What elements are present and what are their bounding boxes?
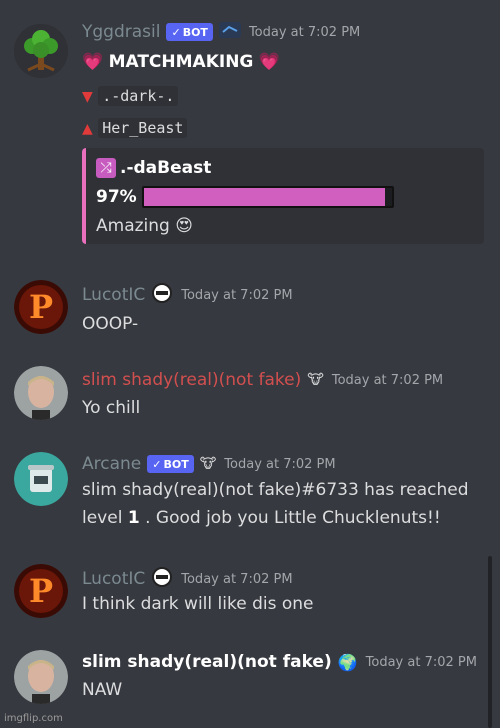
timestamp: Today at 7:02 PM: [224, 456, 336, 472]
user-dark: .-dark-.: [98, 86, 179, 106]
user-beast: Her_Beast: [98, 118, 188, 138]
message-slimshady-1: slim shady(real)(not fake) 🐮 Today at 7:…: [0, 356, 500, 436]
match-progress-fill: [144, 188, 385, 206]
role-badge-icon: [151, 566, 173, 592]
red-up-triangle-icon: ▲: [82, 121, 93, 137]
username[interactable]: slim shady(real)(not fake): [82, 370, 301, 390]
embed-title-row: ⤮ .-daBeast: [96, 158, 211, 178]
message-lucotic-1: P LucotIC Today at 7:02 PM OOOP-: [0, 270, 500, 350]
red-down-triangle-icon: ▼: [82, 89, 93, 105]
timestamp: Today at 7:02 PM: [181, 287, 293, 303]
bot-badge: ✓ BOT: [147, 455, 194, 473]
level-number: 1: [127, 508, 140, 528]
role-badge-icon: [218, 22, 241, 42]
fire-p-avatar[interactable]: P: [14, 564, 68, 618]
bucket-avatar[interactable]: [14, 452, 68, 506]
message-line-beast: ▲ Her_Beast: [82, 118, 188, 138]
username[interactable]: Arcane: [82, 454, 141, 474]
fire-p-avatar[interactable]: P: [14, 280, 68, 334]
timestamp: Today at 7:02 PM: [181, 571, 293, 587]
username[interactable]: LucotIC: [82, 569, 145, 589]
message-line-matchmaking: 💗 MATCHMAKING 💗: [82, 52, 280, 72]
globe-icon: 🌍: [337, 652, 358, 672]
bot-badge: ✓ BOT: [166, 23, 213, 41]
bull-emoji-icon: 🐮: [307, 372, 324, 388]
svg-text:P: P: [29, 572, 53, 610]
scrollbar[interactable]: [488, 556, 492, 728]
message-text-line1: slim shady(real)(not fake)#6733 has reac…: [82, 480, 469, 500]
matchmaking-title: MATCHMAKING: [108, 52, 254, 72]
embed-title: .-daBeast: [120, 158, 212, 178]
message-lucotic-2: P LucotIC Today at 7:02 PM I think dark …: [0, 554, 500, 634]
message-text-line2: level 1 . Good job you Little Chucklenut…: [82, 508, 441, 528]
tree-avatar[interactable]: [14, 24, 68, 78]
username[interactable]: LucotIC: [82, 285, 145, 305]
timestamp: Today at 7:02 PM: [331, 372, 444, 388]
message-text: Yo chill: [82, 398, 141, 418]
message-text: NAW: [82, 680, 123, 700]
eminem-avatar[interactable]: [14, 650, 68, 704]
match-progress-bar: [142, 186, 394, 208]
timestamp: Today at 7:02 PM: [365, 654, 477, 670]
message-line-dark: ▼ .-dark-.: [82, 86, 179, 106]
role-badge-icon: [151, 282, 173, 308]
timestamp: Today at 7:02 PM: [248, 24, 361, 40]
message-arcane: Arcane ✓ BOT 🐮 Today at 7:02 PM slim shad…: [0, 440, 500, 546]
username[interactable]: Yggdrasil: [82, 22, 160, 42]
message-text: I think dark will like dis one: [82, 594, 314, 614]
pink-heart-icon: 💗: [258, 52, 280, 72]
username[interactable]: slim shady(real)(not fake): [82, 652, 332, 672]
check-icon: ✓: [152, 457, 162, 471]
message-yggdrasil: Yggdrasil ✓ BOT Today at 7:02 PM 💗 MATCHM…: [0, 0, 500, 256]
eminem-avatar[interactable]: [14, 366, 68, 420]
message-slimshady-2: slim shady(real)(not fake) 🌍 Today at 7:…: [0, 642, 500, 722]
shuffle-icon: ⤮: [96, 158, 116, 178]
pink-heart-icon: 💗: [82, 52, 104, 72]
message-text: OOOP-: [82, 314, 139, 334]
bull-emoji-icon: 🐮: [199, 456, 217, 472]
svg-text:P: P: [29, 288, 53, 326]
watermark-text: imgflip.com: [4, 713, 63, 724]
match-embed: ⤮ .-daBeast 97% Amazing 😍: [82, 148, 484, 244]
match-percent: 97%: [96, 187, 137, 207]
embed-verdict: Amazing 😍: [96, 216, 193, 236]
check-icon: ✓: [171, 25, 181, 39]
embed-percent-row: 97%: [96, 186, 394, 208]
